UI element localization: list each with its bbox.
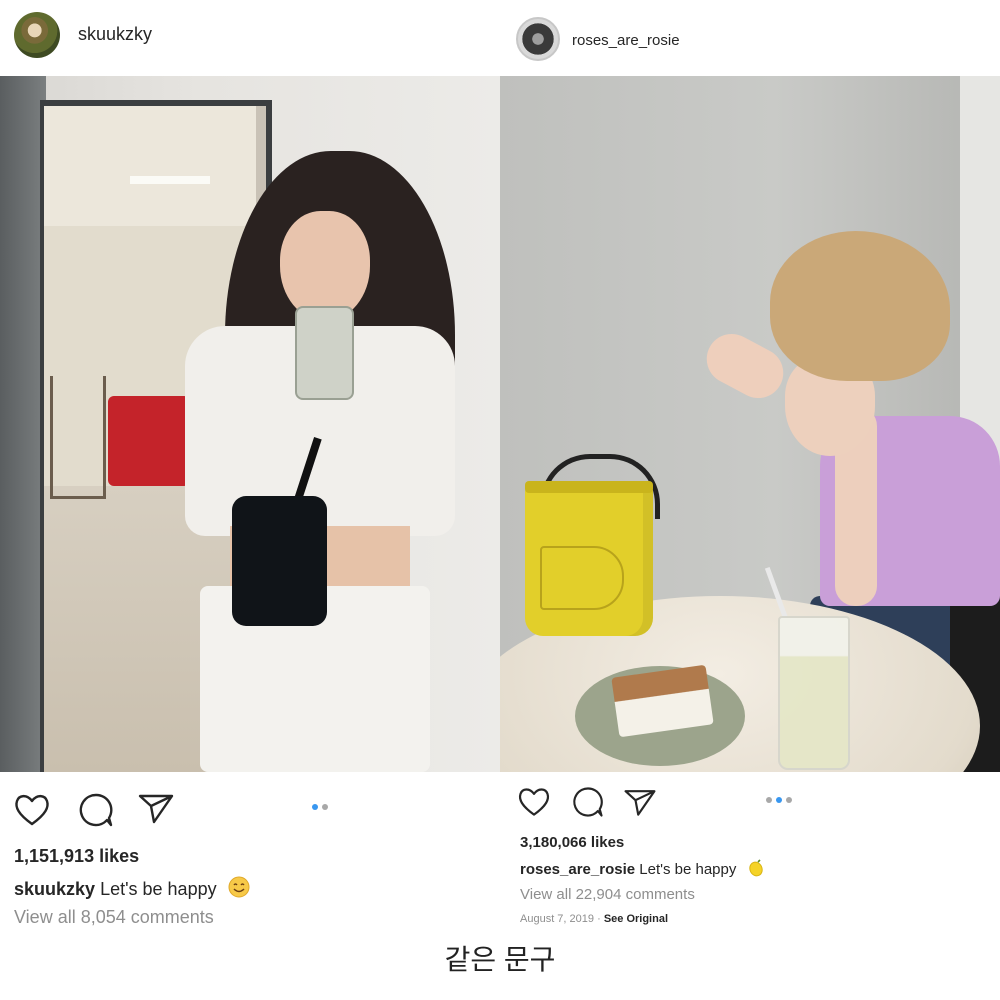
carousel-indicator xyxy=(312,804,328,810)
post-date: August 7, 2019 xyxy=(520,913,595,925)
heart-icon[interactable] xyxy=(516,784,552,820)
date-separator: · xyxy=(597,913,601,925)
action-bar xyxy=(0,780,500,840)
lemon-emoji-icon xyxy=(748,859,763,877)
carousel-dot xyxy=(322,804,328,810)
post-photo[interactable] xyxy=(0,76,500,772)
photo-person-face xyxy=(280,211,370,321)
post-date-line: August 7, 2019 · See Original xyxy=(520,913,668,925)
caption: skuukzky Let's be happy xyxy=(14,876,250,900)
likes-count[interactable]: 1,151,913 likes xyxy=(14,846,139,867)
avatar[interactable] xyxy=(516,17,560,61)
smiling-face-emoji-icon xyxy=(228,876,250,898)
photo-ceiling-light xyxy=(130,176,210,184)
carousel-dot xyxy=(786,797,792,803)
share-icon[interactable] xyxy=(622,784,658,820)
post-header: roses_are_rosie xyxy=(500,0,1000,76)
likes-count[interactable]: 3,180,066 likes xyxy=(520,834,624,851)
photo-red-sofa xyxy=(108,396,190,486)
avatar[interactable] xyxy=(14,12,60,58)
heart-icon[interactable] xyxy=(12,790,52,830)
post-username[interactable]: skuukzky xyxy=(78,24,152,45)
photo-phone xyxy=(295,306,354,400)
carousel-indicator xyxy=(766,797,792,803)
view-comments-link[interactable]: View all 8,054 comments xyxy=(14,907,214,928)
photo-bag-emblem xyxy=(540,546,624,610)
post-roses-are-rosie: roses_are_rosie 3,180,066 likes roses_ar… xyxy=(500,0,1000,1000)
footer-caption: 같은 문구 xyxy=(444,944,556,975)
caption-text: Let's be happy xyxy=(100,879,217,899)
photo-ceiling xyxy=(44,106,256,226)
post-skuukzky: skuukzky 1,151,913 likes skuukzky Let's … xyxy=(0,0,500,1000)
caption: roses_are_rosie Let's be happy xyxy=(520,859,765,878)
post-username[interactable]: roses_are_rosie xyxy=(572,32,680,49)
action-bar xyxy=(500,780,1000,840)
carousel-dot xyxy=(766,797,772,803)
comment-icon[interactable] xyxy=(76,790,116,830)
view-comments-link[interactable]: View all 22,904 comments xyxy=(520,886,695,903)
carousel-dot-active xyxy=(312,804,318,810)
caption-text: Let's be happy xyxy=(639,861,737,878)
photo-crossbody-bag xyxy=(232,496,327,626)
post-photo[interactable] xyxy=(500,76,1000,772)
caption-username[interactable]: skuukzky xyxy=(14,879,95,899)
post-header: skuukzky xyxy=(0,0,500,76)
comment-icon[interactable] xyxy=(570,784,606,820)
share-icon[interactable] xyxy=(136,788,176,828)
caption-username[interactable]: roses_are_rosie xyxy=(520,861,635,878)
see-original-link[interactable]: See Original xyxy=(604,913,668,925)
carousel-dot-active xyxy=(776,797,782,803)
photo-chair xyxy=(50,376,106,499)
photo-bag-rim xyxy=(525,481,653,493)
photo-lemonade-glass xyxy=(778,616,850,770)
